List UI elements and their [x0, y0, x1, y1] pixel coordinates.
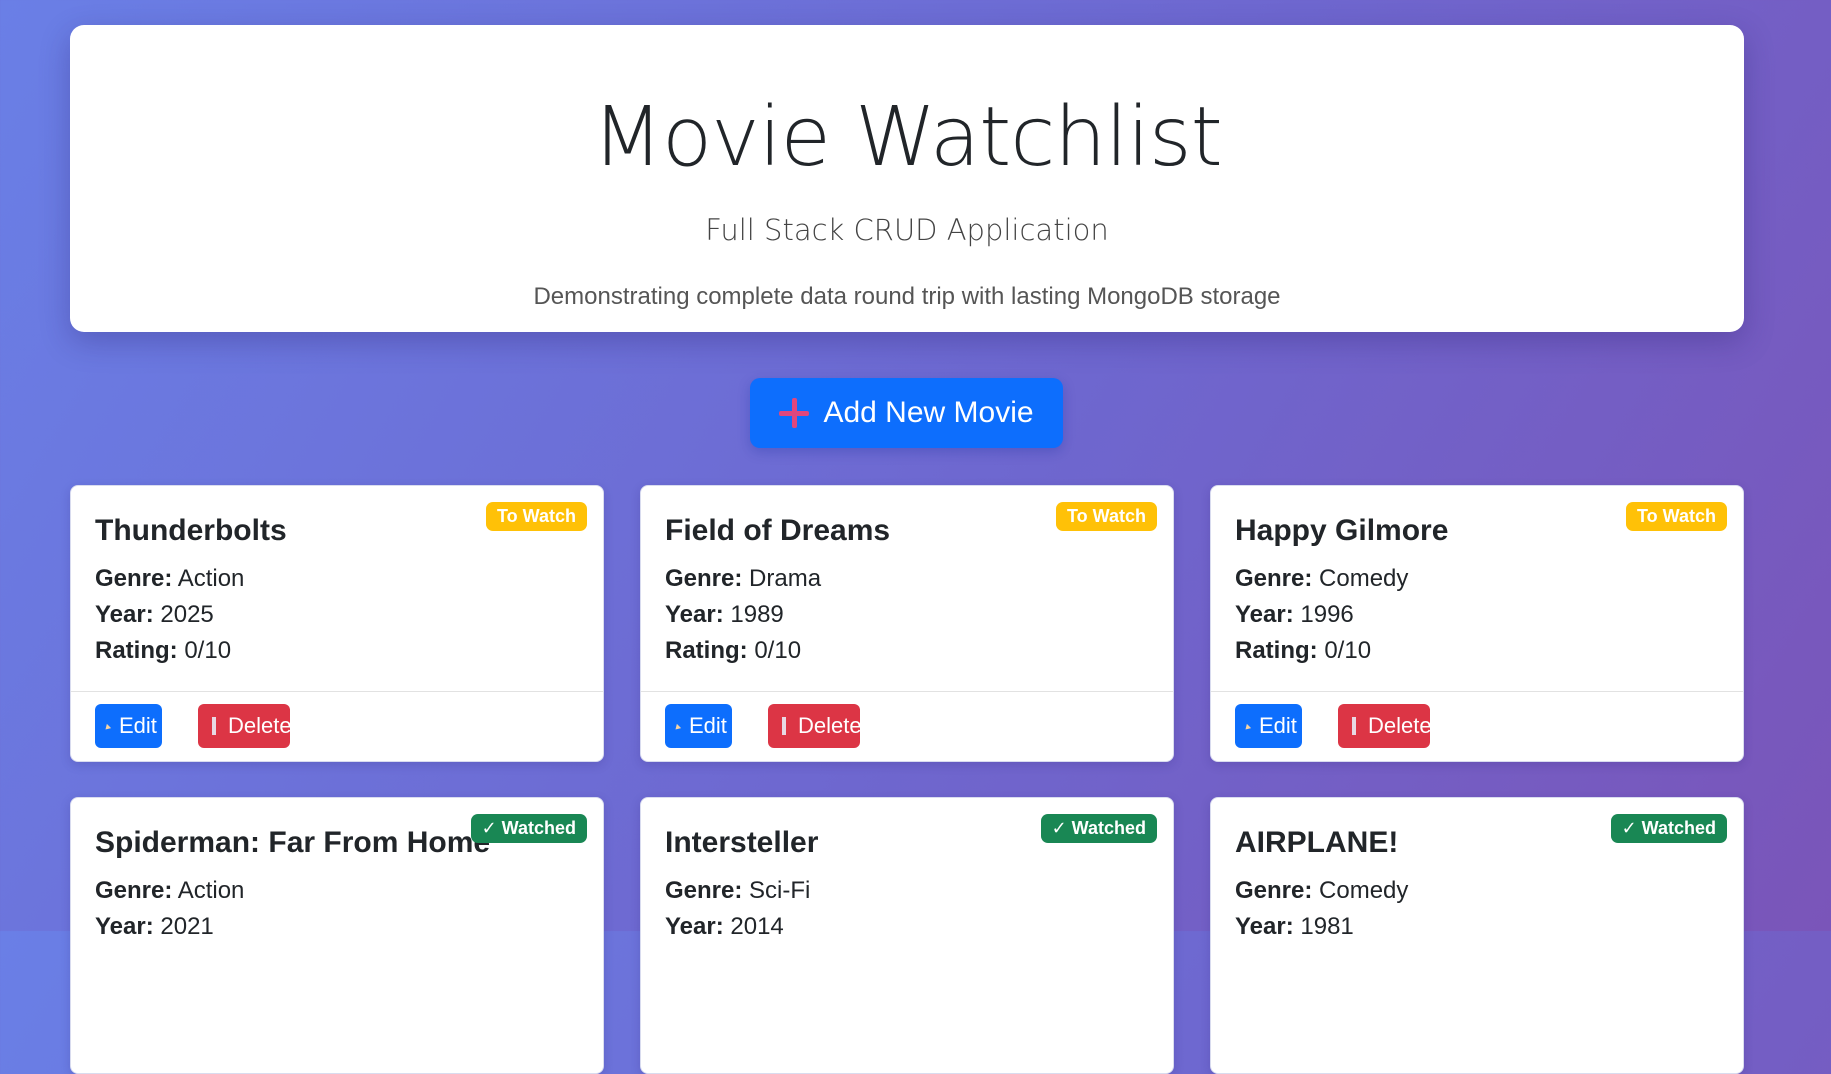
year-field: Year: 1981 [1235, 913, 1354, 941]
year-value: 2025 [160, 601, 214, 628]
year-value: 1996 [1300, 601, 1354, 628]
plus-icon [779, 398, 810, 428]
page-title: Movie Watchlist [592, 90, 1222, 185]
movie-card: Intersteller ✓ Watched Genre: Sci-Fi Yea… [640, 797, 1174, 1074]
year-value: 1981 [1300, 913, 1354, 940]
rating-field: Rating: 0/10 [95, 637, 231, 665]
rating-field: Rating: 0/10 [1235, 637, 1371, 665]
genre-value: Drama [749, 565, 822, 592]
rating-field: Rating: 0/10 [665, 637, 801, 665]
add-new-movie-label: Add New Movie [823, 396, 1034, 429]
edit-button[interactable]: Edit [665, 704, 732, 748]
movie-card: Happy Gilmore To Watch Genre: Comedy Yea… [1210, 485, 1744, 762]
pencil-icon [106, 723, 112, 729]
genre-label: Genre: [665, 565, 743, 592]
status-badge: To Watch [486, 502, 587, 531]
card-footer: Edit Delete [71, 691, 603, 761]
genre-value: Action [177, 877, 245, 904]
delete-button[interactable]: Delete [768, 704, 862, 748]
year-field: Year: 2025 [95, 601, 214, 629]
genre-value: Comedy [1319, 565, 1409, 592]
movie-title: Field of Dreams [665, 514, 891, 547]
delete-label: Delete [1368, 713, 1432, 738]
add-new-movie-button[interactable]: Add New Movie [750, 378, 1063, 448]
edit-button[interactable]: Edit [95, 704, 162, 748]
year-field: Year: 2021 [95, 913, 214, 941]
genre-field: Genre: Action [95, 877, 244, 905]
delete-label: Delete [798, 713, 862, 738]
movie-card: Thunderbolts To Watch Genre: Action Year… [70, 485, 604, 762]
delete-button[interactable]: Delete [198, 704, 292, 748]
movie-card: Field of Dreams To Watch Genre: Drama Ye… [640, 485, 1174, 762]
genre-value: Action [177, 565, 245, 592]
genre-label: Genre: [1235, 565, 1313, 592]
movie-title: Spiderman: Far From Home [95, 826, 491, 859]
edit-label: Edit [689, 713, 727, 738]
year-label: Year: [95, 913, 154, 940]
edit-button[interactable]: Edit [1235, 704, 1302, 748]
genre-field: Genre: Action [95, 565, 244, 593]
genre-value: Comedy [1319, 877, 1409, 904]
header-card: Movie Watchlist Full Stack CRUD Applicat… [70, 25, 1744, 332]
genre-field: Genre: Drama [665, 565, 821, 593]
status-badge: To Watch [1626, 502, 1727, 531]
genre-label: Genre: [665, 877, 743, 904]
movie-card: AIRPLANE! ✓ Watched Genre: Comedy Year: … [1210, 797, 1744, 1074]
trash-icon [782, 717, 786, 735]
edit-label: Edit [119, 713, 157, 738]
status-badge: ✓ Watched [470, 814, 587, 843]
rating-label: Rating: [665, 637, 748, 664]
card-footer: Edit Delete [641, 691, 1173, 761]
year-label: Year: [1235, 601, 1294, 628]
year-field: Year: 1989 [665, 601, 784, 629]
edit-label: Edit [1259, 713, 1297, 738]
year-value: 1989 [730, 601, 784, 628]
trash-icon [1352, 717, 1356, 735]
year-value: 2021 [160, 913, 214, 940]
year-label: Year: [665, 913, 724, 940]
genre-field: Genre: Comedy [1235, 877, 1408, 905]
status-badge: To Watch [1056, 502, 1157, 531]
trash-icon [212, 717, 216, 735]
rating-value: 0/10 [754, 637, 802, 664]
year-field: Year: 2014 [665, 913, 784, 941]
rating-label: Rating: [1235, 637, 1318, 664]
delete-label: Delete [228, 713, 292, 738]
year-value: 2014 [730, 913, 784, 940]
year-label: Year: [1235, 913, 1294, 940]
year-field: Year: 1996 [1235, 601, 1354, 629]
year-label: Year: [665, 601, 724, 628]
movie-card: Spiderman: Far From Home ✓ Watched Genre… [70, 797, 604, 1074]
genre-label: Genre: [95, 877, 173, 904]
movie-title: AIRPLANE! [1235, 826, 1399, 859]
page-subtitle: Full Stack CRUD Application [705, 213, 1109, 247]
rating-value: 0/10 [184, 637, 232, 664]
movie-title: Thunderbolts [95, 514, 287, 547]
status-badge: ✓ Watched [1610, 814, 1727, 843]
pencil-icon [1246, 723, 1252, 729]
genre-field: Genre: Sci-Fi [665, 877, 810, 905]
rating-label: Rating: [95, 637, 178, 664]
genre-label: Genre: [1235, 877, 1313, 904]
genre-field: Genre: Comedy [1235, 565, 1408, 593]
year-label: Year: [95, 601, 154, 628]
delete-button[interactable]: Delete [1338, 704, 1432, 748]
genre-value: Sci-Fi [749, 877, 811, 904]
status-badge: ✓ Watched [1040, 814, 1157, 843]
pencil-icon [676, 723, 682, 729]
movie-title: Happy Gilmore [1235, 514, 1449, 547]
page-description: Demonstrating complete data round trip w… [533, 283, 1281, 310]
movie-title: Intersteller [665, 826, 819, 859]
genre-label: Genre: [95, 565, 173, 592]
rating-value: 0/10 [1324, 637, 1372, 664]
card-footer: Edit Delete [1211, 691, 1743, 761]
